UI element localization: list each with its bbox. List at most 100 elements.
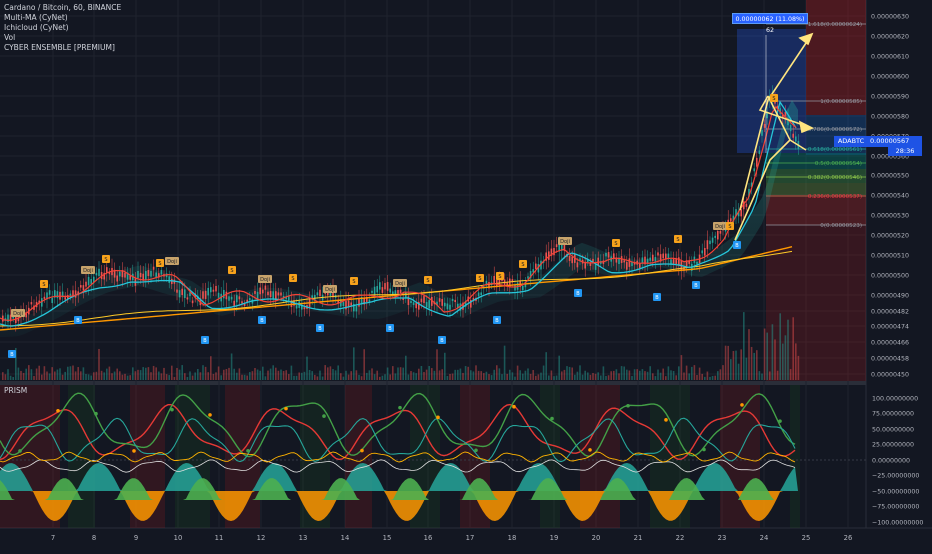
time-tick-label: 13 [299,534,308,542]
sell-label: S [614,241,617,247]
volume-bar [457,369,459,380]
sell-label: S [104,257,107,263]
time-tick-label: 18 [508,534,517,542]
volume-bar [319,370,321,380]
candle-body [139,272,142,278]
volume-bar [207,372,209,380]
fib-level-label: 0.5(0.00000554) [815,161,862,167]
oscillator-title[interactable]: PRISM [4,386,27,395]
time-tick-label: 12 [257,534,266,542]
volume-bar [132,367,134,380]
volume-bar [646,371,649,380]
candle-body [51,297,53,304]
indicator-ichicloud[interactable]: Ichicloud (CyNet) [4,23,121,33]
buy-label: B [655,295,659,301]
volume-bar [2,372,4,380]
candle-body [311,295,313,299]
volume-bar [165,374,168,380]
volume-bar [454,369,456,380]
cross-dot [702,447,706,452]
volume-bar [532,370,534,380]
chart-workspace[interactable]: 1.618(0.00000624) 1(0.00000585) 0.786(0.00… [0,0,932,550]
volume-bar [280,369,282,380]
indicator-vol[interactable]: Vol [4,33,121,43]
candle-body [56,291,59,299]
volume-bar [672,370,675,380]
measure-label[interactable]: 0.00000062 (11.08%) 62 [732,13,808,34]
candle-body [116,275,118,282]
volume-bar [761,373,763,380]
volume-bar [152,365,155,380]
candle-body [753,168,755,172]
volume-bar [511,372,514,380]
candle-body [745,203,748,207]
volume-bar [212,373,215,380]
candle-body [215,285,217,292]
volume-bar [446,376,449,380]
candle-body [267,291,269,296]
volume-bar [98,348,100,380]
candle-body [124,272,126,278]
candle-body [412,302,415,306]
volume-bar [327,367,329,380]
price-tick-label: 0.00000450 [871,372,909,379]
candle-body [368,299,371,302]
chart-canvas[interactable]: 1.618(0.00000624) 1(0.00000585) 0.786(0.00… [0,0,932,550]
time-tick-label: 17 [466,534,475,542]
candle-body [152,266,155,270]
volume-bar [704,376,706,380]
volume-bar [329,366,332,380]
chart-legend[interactable]: Cardano / Bitcoin, 60, BINANCE Multi-MA … [4,3,121,53]
volume-bar [379,376,381,380]
indicator-cyber-ensemble[interactable]: CYBER ENSEMBLE [PREMIUM] [4,43,121,53]
candle-body [236,295,238,303]
cross-dot [778,419,782,423]
volume-bar [509,369,511,380]
volume-bar [743,312,745,380]
candle-body [186,297,189,300]
volume-bar [641,369,644,380]
candle-body [384,283,386,290]
price-tick-label: 0.00000610 [871,54,909,61]
indicator-multi-ma[interactable]: Multi-MA (CyNet) [4,13,121,23]
volume-bar [163,367,165,380]
volume-bar [665,376,667,380]
fib-zone-top[interactable] [806,0,866,115]
candle-body [355,305,358,312]
doji-label: Doji [560,239,570,245]
candle-body [714,235,716,238]
osc-band [345,385,372,528]
candle-body [761,130,763,136]
candle-body [160,270,163,275]
volume-bar [750,346,753,380]
sell-label: S [230,268,233,274]
candle-body [701,250,703,254]
volume-bar [223,369,225,380]
volume-bar [134,371,137,380]
candle-body [30,302,33,305]
volume-bar [9,375,12,380]
time-tick-label: 20 [592,534,601,542]
candle-body [493,276,495,284]
time-tick-label: 26 [844,534,853,542]
volume-bar [241,374,243,380]
volume-bar [189,371,191,380]
volume-bar [514,376,516,380]
cross-dot [284,406,288,411]
time-axis[interactable]: 7 8 9 10 11 12 13 14 15 16 17 18 19 20 21 22 23 24 25 26 [51,534,852,542]
volume-bar [238,368,241,380]
osc-tick-label: 75.00000000 [872,411,914,418]
candle-body [350,302,352,306]
volume-bar [561,371,563,380]
volume-bar [160,373,163,380]
volume-bar [106,368,108,380]
price-tick-label: 0.00000466 [871,340,909,347]
volume-bar [607,375,610,380]
cross-dot [56,408,60,413]
candle-body [576,262,579,268]
symbol-title[interactable]: Cardano / Bitcoin, 60, BINANCE [4,3,121,13]
candle-body [706,240,709,250]
volume-bar [412,372,415,380]
pane-separator[interactable] [0,381,866,385]
volume-bar [472,371,475,380]
